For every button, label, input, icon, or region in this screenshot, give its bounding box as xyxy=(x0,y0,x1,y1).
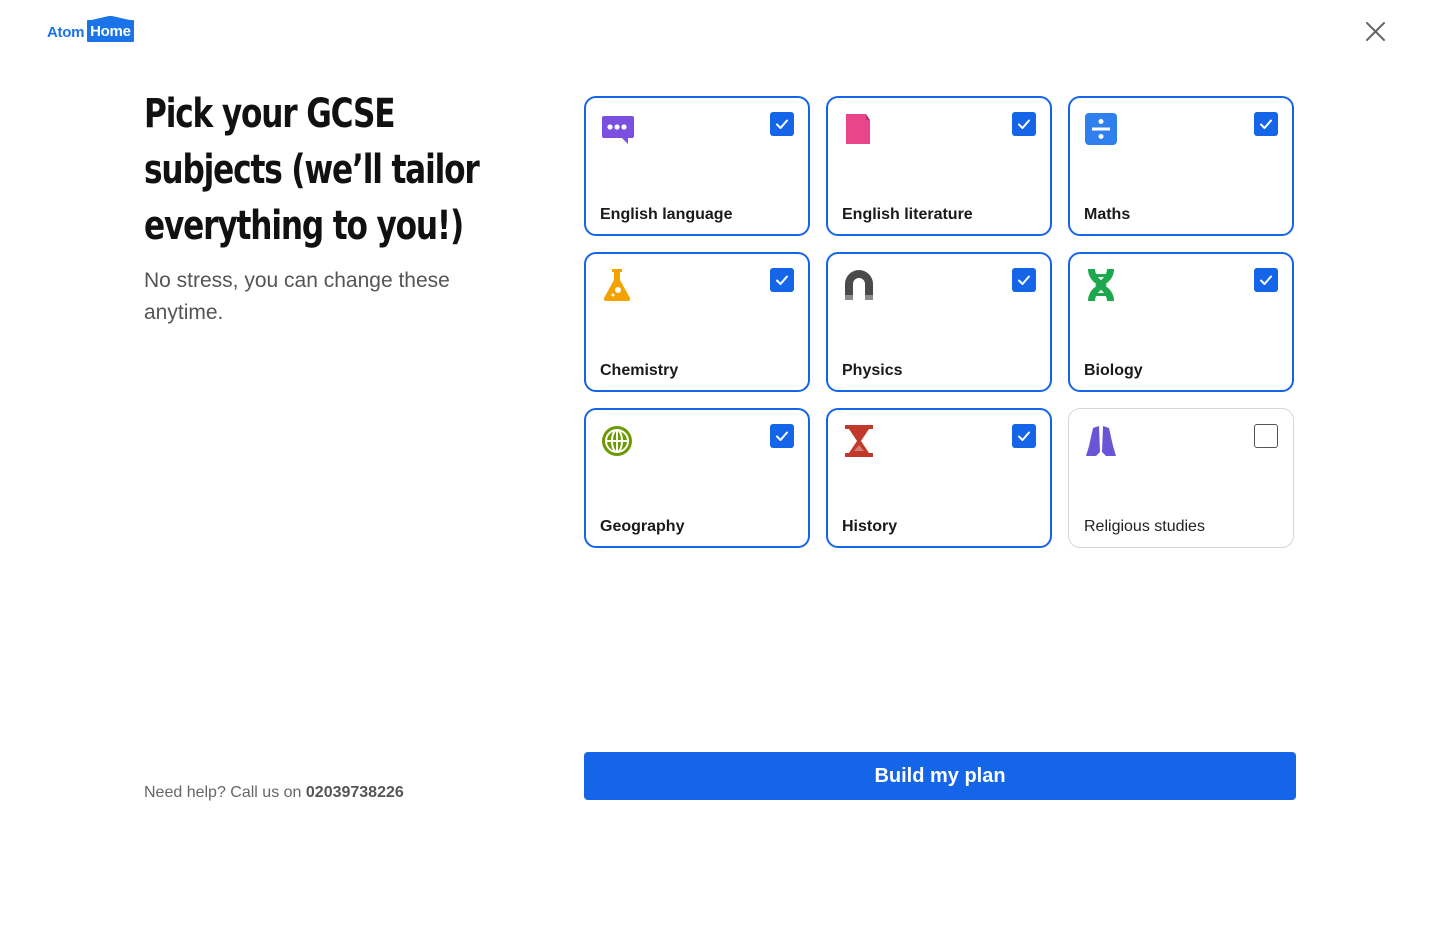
subject-card-history[interactable]: History xyxy=(826,408,1052,548)
subject-card-english-language[interactable]: English language xyxy=(584,96,810,236)
subject-checkbox[interactable] xyxy=(770,424,794,448)
subject-label: Chemistry xyxy=(600,362,679,379)
subject-label: Geography xyxy=(600,518,685,535)
subject-checkbox[interactable] xyxy=(770,268,794,292)
subject-label: English language xyxy=(600,206,733,223)
subject-card-physics[interactable]: Physics xyxy=(826,252,1052,392)
checkmark-icon xyxy=(1260,275,1272,285)
checkmark-icon xyxy=(1018,275,1030,285)
globe-icon xyxy=(600,424,634,458)
hourglass-icon xyxy=(842,424,876,458)
subject-checkbox[interactable] xyxy=(1012,112,1036,136)
build-my-plan-button[interactable]: Build my plan xyxy=(584,752,1296,800)
subject-checkbox[interactable] xyxy=(1012,268,1036,292)
checkmark-icon xyxy=(1018,119,1030,129)
subject-card-geography[interactable]: Geography xyxy=(584,408,810,548)
checkmark-icon xyxy=(776,275,788,285)
subject-checkbox[interactable] xyxy=(1254,268,1278,292)
logo-text-home: Home xyxy=(87,16,135,42)
subject-card-maths[interactable]: Maths xyxy=(1068,96,1294,236)
subject-card-chemistry[interactable]: Chemistry xyxy=(584,252,810,392)
page-title: Pick your GCSE subjects (we’ll tailor ev… xyxy=(144,86,480,254)
page-title-line: everything to you!) xyxy=(144,203,464,249)
divide-icon xyxy=(1084,112,1118,146)
magnet-icon xyxy=(842,268,876,302)
dna-icon xyxy=(1084,268,1118,302)
subject-label: Maths xyxy=(1084,206,1131,223)
close-icon xyxy=(1366,22,1385,41)
help-text: Need help? Call us on 02039738226 xyxy=(144,784,404,802)
atom-home-logo[interactable]: Atom Home xyxy=(47,16,135,42)
subject-card-english-literature[interactable]: English literature xyxy=(826,96,1052,236)
checkmark-icon xyxy=(776,119,788,129)
checkmark-icon xyxy=(776,431,788,441)
flask-icon xyxy=(600,268,634,302)
subject-checkbox[interactable] xyxy=(1254,112,1278,136)
close-button[interactable] xyxy=(1360,16,1392,48)
page-subtitle: No stress, you can change these anytime. xyxy=(144,269,450,324)
subject-checkbox[interactable] xyxy=(770,112,794,136)
subject-grid: English language English literature Math… xyxy=(584,96,1294,548)
speech-bubble-icon xyxy=(600,112,634,146)
subject-card-biology[interactable]: Biology xyxy=(1068,252,1294,392)
help-phone-number[interactable]: 02039738226 xyxy=(306,784,404,801)
subject-label: History xyxy=(842,518,898,535)
page-title-line: Pick your GCSE xyxy=(144,91,396,137)
subject-label: Physics xyxy=(842,362,903,379)
page-title-line: subjects (we’ll tailor xyxy=(144,147,480,193)
help-prefix: Need help? Call us on xyxy=(144,784,306,801)
book-icon xyxy=(842,112,876,146)
subject-checkbox[interactable] xyxy=(1012,424,1036,448)
subject-label: Religious studies xyxy=(1084,518,1205,535)
subject-label: English literature xyxy=(842,206,973,223)
subject-label: Biology xyxy=(1084,362,1143,379)
subject-card-religious-studies[interactable]: Religious studies xyxy=(1068,408,1294,548)
checkmark-icon xyxy=(1260,119,1272,129)
praying-hands-icon xyxy=(1084,424,1118,458)
checkmark-icon xyxy=(1018,431,1030,441)
logo-text-atom: Atom xyxy=(47,24,85,41)
subject-checkbox[interactable] xyxy=(1254,424,1278,448)
